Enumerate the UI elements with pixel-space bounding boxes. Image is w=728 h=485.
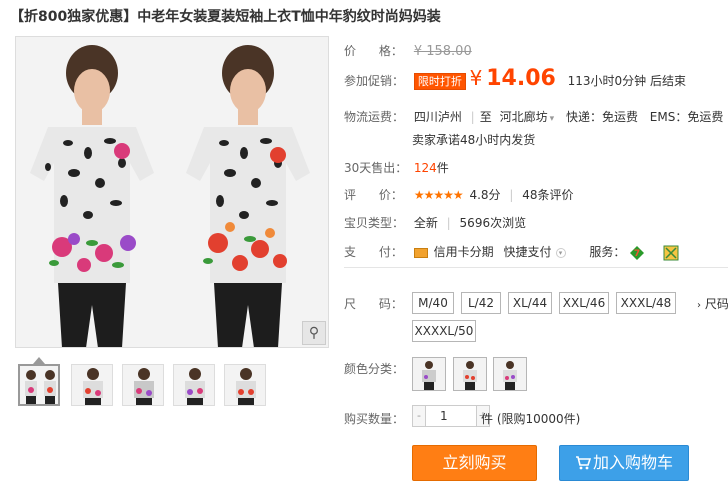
size-option[interactable]: XXXL/48 [616, 292, 676, 314]
price-label: 价 格： [344, 44, 403, 58]
color-swatch[interactable] [453, 357, 487, 391]
thumbnail[interactable] [122, 364, 164, 406]
buy-now-button[interactable]: 立刻购买 [412, 445, 537, 481]
product-title: 【折800独家优惠】中老年女装夏装短袖上衣T恤中年豹纹时尚妈妈装 [10, 9, 441, 25]
separator: | [509, 188, 514, 202]
quantity-limit: 件 (限购10000件) [481, 412, 581, 426]
thumbnail-pointer [33, 357, 45, 364]
item-type-row: 宝贝类型： 全新 | 5696次浏览 [344, 214, 526, 231]
promo-countdown: 113小时0分钟 后结束 [567, 74, 686, 88]
size-label: 尺 码： [344, 297, 403, 311]
size-option[interactable]: XXXXL/50 [412, 320, 476, 342]
chevron-right-icon: › [697, 300, 701, 311]
sales-unit: 件 [436, 161, 449, 175]
view-count: 5696次浏览 [459, 216, 527, 230]
ship-to[interactable]: 河北廊坊 [500, 110, 548, 124]
seven-day-return-icon[interactable]: 7 [629, 245, 645, 261]
currency-symbol: ¥ [469, 66, 483, 90]
thumbnail[interactable] [224, 364, 266, 406]
magnifier-icon[interactable]: ⚲ [302, 321, 326, 345]
ship-to-prefix: 至 [479, 110, 492, 124]
promo-row: 参加促销： 限时打折 ¥ 14.06 113小时0分钟 后结束 [344, 66, 686, 93]
shipping-row: 物流运费： 四川泸州 | 至 河北廊坊 ▾ 快递：免运费 EMS：免运费 [344, 108, 723, 125]
payment-label: 支 付： [344, 245, 403, 259]
color-label: 颜色分类： [344, 362, 405, 376]
guarantee-icon[interactable] [663, 245, 679, 261]
color-swatch[interactable] [412, 357, 446, 391]
sales-row: 30天售出： 124件 [344, 159, 449, 176]
promo-price: 14.06 [486, 66, 556, 91]
size-option[interactable]: L/42 [461, 292, 501, 314]
quick-pay[interactable]: 快捷支付 [504, 245, 552, 259]
rating-row: 评 价： ★★★★★ 4.8分 | 48条评价 [344, 186, 574, 203]
separator: | [446, 216, 451, 230]
size-option[interactable]: XXL/46 [559, 292, 609, 314]
service-label: 服务： [589, 245, 626, 259]
ems-fee: EMS：免运费 [649, 110, 724, 124]
credit-card-icon [413, 247, 428, 258]
rating-label: 评 价： [344, 188, 403, 202]
promo-label: 参加促销： [344, 74, 405, 88]
section-divider [344, 267, 728, 268]
payment-row: 支 付： 信用卡分期 快捷支付 ▾ 服务： 7 [344, 243, 679, 261]
review-count-link[interactable]: 48条评价 [522, 188, 573, 202]
shipping-label: 物流运费： [344, 110, 405, 124]
cart-icon [575, 446, 592, 480]
add-to-cart-label: 加入购物车 [592, 453, 673, 472]
chevron-down-icon[interactable]: ▾ [555, 247, 566, 258]
ship-from: 四川泸州 [413, 110, 462, 124]
credit-installment[interactable]: 信用卡分期 [434, 245, 494, 259]
shipping-promise: 卖家承诺48小时内发货 [412, 133, 536, 147]
quantity-input[interactable] [426, 405, 476, 427]
size-option[interactable]: M/40 [412, 292, 454, 314]
sales-count: 124 [413, 161, 437, 175]
color-swatch[interactable] [493, 357, 527, 391]
size-option[interactable]: XL/44 [508, 292, 552, 314]
thumbnail[interactable] [18, 364, 60, 406]
original-price: ¥ 158.00 [413, 44, 472, 59]
main-product-image[interactable]: ⚲ [15, 36, 329, 348]
thumbnail[interactable] [173, 364, 215, 406]
svg-text:7: 7 [634, 249, 640, 259]
discount-badge: 限时打折 [413, 73, 466, 90]
price-row: 价 格： ¥ 158.00 [344, 42, 472, 59]
model-photo-right [186, 45, 310, 347]
item-condition: 全新 [413, 216, 438, 230]
express-fee: 快递：免运费 [565, 110, 638, 124]
add-to-cart-button[interactable]: 加入购物车 [559, 445, 689, 481]
model-photo-left [30, 45, 154, 347]
thumbnail[interactable] [71, 364, 113, 406]
size-chart-link[interactable]: › 尺码 [697, 295, 728, 312]
chevron-down-icon[interactable]: ▾ [550, 114, 555, 124]
star-rating-icon: ★★★★★ [413, 188, 464, 202]
item-type-label: 宝贝类型： [344, 216, 405, 230]
decrease-button[interactable]: - [412, 405, 426, 427]
separator: | [470, 110, 475, 124]
rating-score: 4.8分 [469, 188, 501, 202]
quantity-label: 购买数量： [344, 412, 405, 426]
sales-label: 30天售出： [344, 161, 408, 175]
